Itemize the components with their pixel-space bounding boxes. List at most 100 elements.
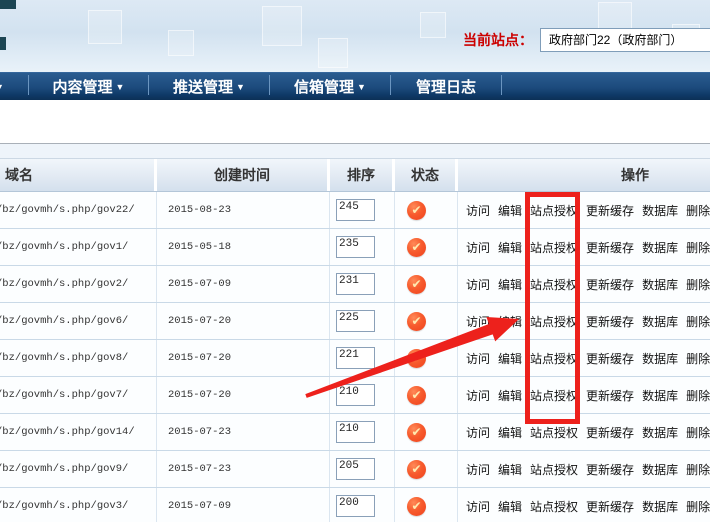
action-link-edit[interactable]: 编辑 [498, 276, 522, 293]
action-link-refresh-cache[interactable]: 更新缓存 [586, 498, 634, 515]
actions-cell: 访问编辑站点授权更新缓存数据库删除 [458, 340, 710, 376]
action-link-edit[interactable]: 编辑 [498, 387, 522, 404]
action-link-edit[interactable]: 编辑 [498, 239, 522, 256]
action-link-delete[interactable]: 删除 [686, 202, 710, 219]
action-link-site-auth[interactable]: 站点授权 [530, 387, 578, 404]
action-link-database[interactable]: 数据库 [642, 276, 678, 293]
nav-item-push-mgmt[interactable]: 推送管理▼ [149, 73, 269, 101]
status-enabled-check-icon[interactable]: ✔ [407, 386, 426, 405]
action-link-edit[interactable]: 编辑 [498, 350, 522, 367]
sort-input[interactable] [336, 421, 375, 443]
action-link-refresh-cache[interactable]: 更新缓存 [586, 313, 634, 330]
action-link-edit[interactable]: 编辑 [498, 461, 522, 478]
action-link-refresh-cache[interactable]: 更新缓存 [586, 350, 634, 367]
action-link-delete[interactable]: 删除 [686, 313, 710, 330]
table-row: /bz/govmh/s.php/gov7/ 2015-07-20 ✔ 访问编辑站… [0, 377, 710, 414]
domain-cell: /bz/govmh/s.php/gov3/ [0, 488, 157, 522]
action-link-refresh-cache[interactable]: 更新缓存 [586, 276, 634, 293]
status-enabled-check-icon[interactable]: ✔ [407, 312, 426, 331]
action-link-database[interactable]: 数据库 [642, 498, 678, 515]
action-link-database[interactable]: 数据库 [642, 202, 678, 219]
status-cell: ✔ [395, 340, 458, 376]
status-enabled-check-icon[interactable]: ✔ [407, 423, 426, 442]
sort-input[interactable] [336, 495, 375, 517]
action-link-database[interactable]: 数据库 [642, 350, 678, 367]
action-link-refresh-cache[interactable]: 更新缓存 [586, 461, 634, 478]
table-header-row: 域名 创建时间 排序 状态 操作 [0, 158, 710, 192]
status-enabled-check-icon[interactable]: ✔ [407, 238, 426, 257]
sort-input[interactable] [336, 384, 375, 406]
action-link-delete[interactable]: 删除 [686, 498, 710, 515]
site-select[interactable]: 政府部门22（政府部门） [540, 28, 710, 52]
status-enabled-check-icon[interactable]: ✔ [407, 201, 426, 220]
action-link-delete[interactable]: 删除 [686, 424, 710, 441]
nav-item-content-mgmt[interactable]: 内容管理▼ [29, 73, 148, 101]
sort-input[interactable] [336, 347, 375, 369]
action-link-delete[interactable]: 删除 [686, 350, 710, 367]
action-link-edit[interactable]: 编辑 [498, 313, 522, 330]
action-link-site-auth[interactable]: 站点授权 [530, 202, 578, 219]
action-link-edit[interactable]: 编辑 [498, 498, 522, 515]
action-link-site-auth[interactable]: 站点授权 [530, 276, 578, 293]
action-link-delete[interactable]: 删除 [686, 387, 710, 404]
action-link-refresh-cache[interactable]: 更新缓存 [586, 202, 634, 219]
sort-input[interactable] [336, 310, 375, 332]
nav-partial-item[interactable]: ▼ [0, 73, 28, 101]
status-cell: ✔ [395, 229, 458, 265]
actions-cell: 访问编辑站点授权更新缓存数据库删除 [458, 414, 710, 450]
action-link-database[interactable]: 数据库 [642, 239, 678, 256]
sort-cell [330, 266, 395, 302]
table-row: /bz/govmh/s.php/gov8/ 2015-07-20 ✔ 访问编辑站… [0, 340, 710, 377]
status-cell: ✔ [395, 303, 458, 339]
action-link-edit[interactable]: 编辑 [498, 424, 522, 441]
action-link-site-auth[interactable]: 站点授权 [530, 461, 578, 478]
sort-input[interactable] [336, 236, 375, 258]
status-enabled-check-icon[interactable]: ✔ [407, 275, 426, 294]
action-link-database[interactable]: 数据库 [642, 313, 678, 330]
banner-decoration [420, 12, 446, 38]
action-link-site-auth[interactable]: 站点授权 [530, 424, 578, 441]
action-link-delete[interactable]: 删除 [686, 239, 710, 256]
action-link-delete[interactable]: 删除 [686, 276, 710, 293]
status-enabled-check-icon[interactable]: ✔ [407, 349, 426, 368]
action-link-delete[interactable]: 删除 [686, 461, 710, 478]
action-link-site-auth[interactable]: 站点授权 [530, 313, 578, 330]
action-link-visit[interactable]: 访问 [466, 498, 490, 515]
sort-input[interactable] [336, 199, 375, 221]
status-enabled-check-icon[interactable]: ✔ [407, 460, 426, 479]
nav-item-admin-log[interactable]: 管理日志 [391, 73, 501, 101]
action-link-visit[interactable]: 访问 [466, 424, 490, 441]
table-row: /bz/govmh/s.php/gov22/ 2015-08-23 ✔ 访问编辑… [0, 192, 710, 229]
action-link-visit[interactable]: 访问 [466, 202, 490, 219]
action-link-edit[interactable]: 编辑 [498, 202, 522, 219]
action-link-visit[interactable]: 访问 [466, 276, 490, 293]
banner-corner-graphic [0, 0, 16, 9]
action-link-visit[interactable]: 访问 [466, 313, 490, 330]
action-link-site-auth[interactable]: 站点授权 [530, 350, 578, 367]
created-cell: 2015-08-23 [157, 192, 330, 228]
action-link-site-auth[interactable]: 站点授权 [530, 239, 578, 256]
created-cell: 2015-07-20 [157, 340, 330, 376]
status-enabled-check-icon[interactable]: ✔ [407, 497, 426, 516]
table-row: /bz/govmh/s.php/gov14/ 2015-07-23 ✔ 访问编辑… [0, 414, 710, 451]
action-link-database[interactable]: 数据库 [642, 387, 678, 404]
actions-cell: 访问编辑站点授权更新缓存数据库删除 [458, 377, 710, 413]
action-link-visit[interactable]: 访问 [466, 239, 490, 256]
action-link-refresh-cache[interactable]: 更新缓存 [586, 424, 634, 441]
domain-cell: /bz/govmh/s.php/gov6/ [0, 303, 157, 339]
actions-cell: 访问编辑站点授权更新缓存数据库删除 [458, 303, 710, 339]
action-link-database[interactable]: 数据库 [642, 424, 678, 441]
action-link-visit[interactable]: 访问 [466, 461, 490, 478]
header-actions: 操作 [458, 159, 710, 191]
action-link-visit[interactable]: 访问 [466, 387, 490, 404]
action-link-visit[interactable]: 访问 [466, 350, 490, 367]
action-link-refresh-cache[interactable]: 更新缓存 [586, 387, 634, 404]
sort-cell [330, 303, 395, 339]
sort-input[interactable] [336, 273, 375, 295]
action-link-refresh-cache[interactable]: 更新缓存 [586, 239, 634, 256]
nav-item-mailbox-mgmt[interactable]: 信箱管理▼ [270, 73, 390, 101]
action-link-database[interactable]: 数据库 [642, 461, 678, 478]
sort-input[interactable] [336, 458, 375, 480]
nav-menu: 内容管理▼推送管理▼信箱管理▼管理日志 [28, 73, 502, 101]
action-link-site-auth[interactable]: 站点授权 [530, 498, 578, 515]
